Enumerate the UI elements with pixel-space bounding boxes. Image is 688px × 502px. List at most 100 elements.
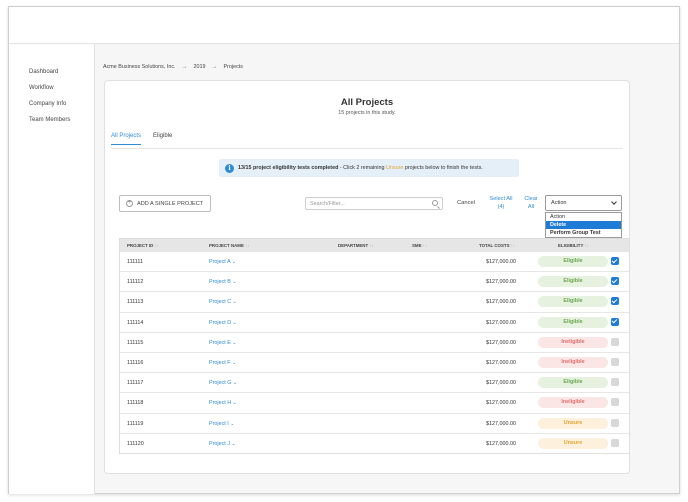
row-checkbox[interactable] bbox=[611, 257, 619, 265]
sort-icon: ↑↓ bbox=[245, 243, 250, 248]
clear-label: Clear bbox=[524, 196, 538, 202]
row-checkbox[interactable] bbox=[611, 418, 619, 427]
row-checkbox[interactable] bbox=[611, 357, 619, 366]
table-row[interactable]: 111117 Project G ⌄ $127,000.00 Eligible bbox=[120, 372, 629, 392]
tab-eligible[interactable]: Eligible bbox=[153, 133, 172, 145]
eligibility-badge[interactable]: Eligible bbox=[538, 377, 608, 389]
info-banner-text: 13/15 project eligibility tests complete… bbox=[238, 165, 483, 171]
row-checkbox[interactable] bbox=[611, 297, 619, 306]
column-label: PROJECT NAME bbox=[209, 243, 244, 248]
chevron-down-icon: ⌄ bbox=[232, 380, 238, 387]
project-name-link[interactable]: Project J ⌄ bbox=[209, 441, 236, 447]
search-icon bbox=[432, 200, 438, 206]
top-bar bbox=[9, 7, 679, 44]
chevron-down-icon: ⌄ bbox=[231, 259, 236, 265]
clear-all-button[interactable]: Clear All bbox=[521, 195, 541, 211]
eligibility-badge[interactable]: Eligible bbox=[538, 276, 608, 288]
project-name-link[interactable]: Project I ⌄ bbox=[209, 421, 234, 427]
project-name-link[interactable]: Project H ⌄ bbox=[209, 400, 237, 406]
column-header-project-name[interactable]: PROJECT NAME ↑↓ bbox=[209, 243, 250, 248]
breadcrumb-year[interactable]: 2019 bbox=[194, 64, 206, 70]
table-row[interactable]: 111114 Project D ⌄ $127,000.00 Eligible bbox=[120, 311, 629, 332]
info-icon: i bbox=[225, 163, 234, 173]
project-name-label: Project C bbox=[209, 299, 232, 306]
page-title: All Projects bbox=[340, 97, 394, 108]
eligibility-badge[interactable]: Unsure bbox=[538, 417, 608, 429]
breadcrumb-company[interactable]: Acme Business Solutions, Inc. bbox=[103, 64, 176, 70]
eligibility-badge[interactable]: Ineligible bbox=[538, 356, 608, 368]
eligibility-badge[interactable]: Ineligible bbox=[538, 336, 608, 348]
breadcrumb-arrow-icon: → bbox=[211, 64, 218, 70]
chevron-down-icon bbox=[611, 199, 617, 205]
eligibility-badge[interactable]: Ineligible bbox=[538, 397, 608, 409]
project-id-cell: 111118 bbox=[127, 400, 144, 407]
project-name-link[interactable]: Project A ⌄ bbox=[209, 259, 236, 265]
project-name-link[interactable]: Project G ⌄ bbox=[209, 380, 237, 386]
info-banner-text-after: projects below to finish the tests. bbox=[403, 165, 483, 171]
project-name-label: Project A bbox=[209, 259, 231, 265]
tab-all-projects[interactable]: All Projects bbox=[111, 133, 142, 145]
sidebar-item-team-members[interactable]: Team Members bbox=[9, 112, 94, 128]
add-single-project-label: ADD A SINGLE PROJECT bbox=[137, 200, 204, 207]
tabs: All Projects Eligible bbox=[111, 133, 172, 145]
project-name-label: Project F bbox=[209, 359, 231, 366]
column-header-eligibility[interactable]: ELIGIBILITY ↑↓ bbox=[558, 243, 589, 248]
row-checkbox[interactable] bbox=[611, 398, 619, 407]
add-single-project-button[interactable]: + ADD A SINGLE PROJECT bbox=[119, 195, 211, 212]
project-name-link[interactable]: Project B ⌄ bbox=[209, 279, 237, 285]
sidebar-item-workflow[interactable]: Workflow bbox=[9, 80, 94, 96]
project-name-link[interactable]: Project F ⌄ bbox=[209, 360, 236, 366]
breadcrumb-arrow-icon: → bbox=[181, 64, 188, 70]
column-label: SME bbox=[412, 243, 422, 248]
eligibility-badge[interactable]: Unsure bbox=[538, 437, 608, 449]
clear-all-label: All bbox=[527, 204, 535, 210]
table-row[interactable]: 111111 Project A ⌄ $127,000.00 Eligible bbox=[120, 251, 629, 271]
table-row[interactable]: 111116 Project F ⌄ $127,000.00 Ineligible bbox=[120, 351, 629, 372]
table-row[interactable]: 111115 Project E ⌄ $127,000.00 Ineligible bbox=[120, 331, 629, 352]
action-select-value: Action bbox=[551, 200, 567, 206]
project-id-cell: 111120 bbox=[127, 440, 144, 447]
search-input[interactable]: Search/Filter... bbox=[305, 197, 443, 210]
row-checkbox[interactable] bbox=[611, 378, 619, 387]
project-id-cell: 111119 bbox=[127, 420, 144, 427]
column-header-total-costs[interactable]: TOTAL COSTS ↑↓ bbox=[479, 243, 515, 248]
action-select[interactable]: Action bbox=[545, 195, 622, 211]
column-header-project-id[interactable]: PROJECT ID ↑↓ bbox=[127, 243, 159, 248]
table-row[interactable]: 111119 Project I ⌄ $127,000.00 Unsure bbox=[120, 412, 629, 433]
sidebar-item-dashboard[interactable]: Dashboard bbox=[9, 64, 94, 80]
project-name-link[interactable]: Project E ⌄ bbox=[209, 340, 237, 346]
project-name-label: Project I bbox=[209, 420, 229, 427]
eligibility-badge[interactable]: Eligible bbox=[538, 316, 608, 328]
total-costs-cell: $127,000.00 bbox=[486, 400, 516, 407]
project-name-link[interactable]: Project D ⌄ bbox=[209, 320, 237, 326]
table-row[interactable]: 111120 Project J ⌄ $127,000.00 Unsure bbox=[120, 432, 629, 453]
chevron-down-icon: ⌄ bbox=[230, 420, 235, 427]
column-header-sme[interactable]: SME ↑↓ bbox=[412, 243, 427, 248]
sort-icon: ↑↓ bbox=[584, 243, 589, 248]
select-all-button[interactable]: Select All (4) bbox=[485, 195, 517, 211]
project-id-cell: 111116 bbox=[127, 359, 144, 366]
action-option-action[interactable]: Action bbox=[546, 213, 621, 221]
column-label: PROJECT ID bbox=[127, 243, 154, 248]
row-checkbox[interactable] bbox=[611, 438, 619, 447]
sidebar-item-company-info[interactable]: Company Info bbox=[9, 96, 94, 112]
chevron-down-icon: ⌄ bbox=[232, 279, 237, 286]
row-checkbox[interactable] bbox=[611, 337, 619, 346]
chevron-down-icon: ⌄ bbox=[232, 359, 237, 366]
project-name-link[interactable]: Project C ⌄ bbox=[209, 299, 237, 305]
row-checkbox[interactable] bbox=[611, 317, 619, 326]
action-option-perform-group-test[interactable]: Perform Group Test bbox=[546, 229, 621, 237]
eligibility-badge[interactable]: Eligible bbox=[538, 256, 608, 267]
project-name-label: Project G bbox=[209, 380, 232, 387]
table-row[interactable]: 111113 Project C ⌄ $127,000.00 Eligible bbox=[120, 291, 629, 311]
row-checkbox[interactable] bbox=[611, 277, 619, 286]
eligibility-badge[interactable]: Eligible bbox=[538, 296, 608, 308]
table-row[interactable]: 111112 Project B ⌄ $127,000.00 Eligible bbox=[120, 271, 629, 291]
cancel-button[interactable]: Cancel bbox=[457, 200, 475, 206]
total-costs-cell: $127,000.00 bbox=[486, 259, 516, 265]
table-row[interactable]: 111118 Project H ⌄ $127,000.00 Ineligible bbox=[120, 392, 629, 412]
project-id-cell: 111112 bbox=[127, 279, 144, 286]
column-header-department[interactable]: DEPARTMENT ↑↓ bbox=[338, 243, 374, 248]
unsure-link[interactable]: Unsure bbox=[386, 165, 403, 171]
action-option-delete[interactable]: Delete bbox=[546, 221, 621, 229]
